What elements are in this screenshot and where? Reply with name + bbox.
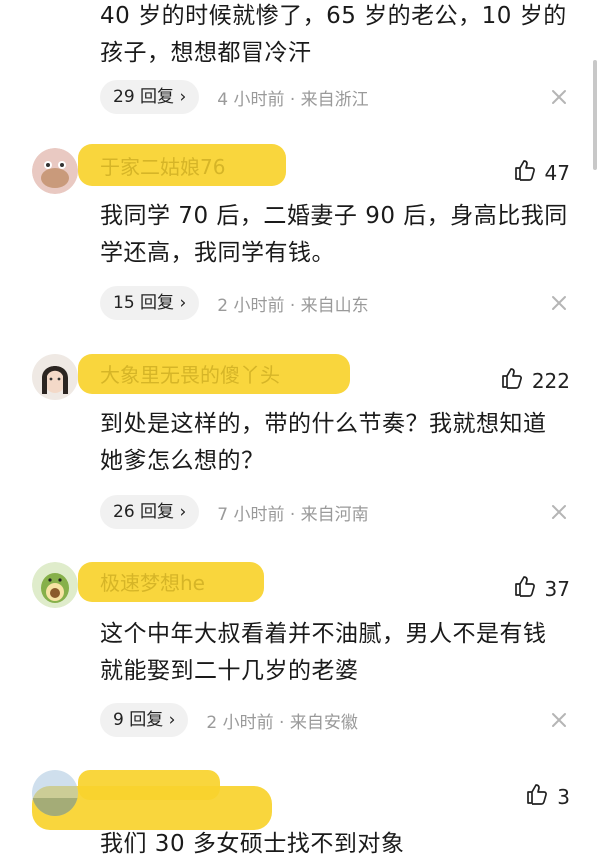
avatar[interactable] [32, 354, 78, 400]
reply-count-button[interactable]: 26 回复 › [100, 495, 200, 529]
avatar[interactable] [32, 770, 78, 816]
reply-count-button[interactable]: 29 回复 › [100, 80, 200, 114]
comment-meta: 15 回复 › 2 小时前 · 来自山东 [100, 285, 369, 321]
comment-meta: 26 回复 › 7 小时前 · 来自河南 [100, 494, 369, 530]
reply-count-button[interactable]: 15 回复 › [100, 286, 200, 320]
comment-text-line: 我们 30 多女硕士找不到对象 [100, 831, 405, 857]
avatar[interactable] [32, 148, 78, 194]
like-button[interactable]: 47 [513, 158, 570, 187]
comment-meta: 9 回复 › 2 小时前 · 来自安徽 [100, 702, 358, 738]
comment-text: 我们 30 多女硕士找不到对象 [100, 826, 580, 863]
username[interactable]: 大象里无畏的傻丫头 [100, 362, 280, 388]
comment-item: 于家二姑娘76 47 我同学 70 后，二婚妻子 90 后，身高比我同 学还高，… [0, 140, 600, 320]
reply-count-button[interactable]: 9 回复 › [100, 703, 189, 737]
thumbs-up-icon [513, 158, 537, 187]
comment-text: 40 岁的时候就惨了，65 岁的老公，10 岁的 孩子，想想都冒冷汗 [100, 0, 580, 72]
like-count: 3 [557, 784, 570, 809]
like-button[interactable]: 222 [500, 366, 570, 395]
close-icon[interactable] [548, 292, 570, 314]
comment-text-line: 到处是这样的，带的什么节奏？我就想知道 [100, 411, 547, 437]
username[interactable]: 于家二姑娘76 [100, 154, 225, 180]
comment-time-location: 7 小时前 · 来自河南 [217, 504, 369, 525]
comment-text-line: 孩子，想想都冒冷汗 [100, 40, 312, 66]
close-icon[interactable] [548, 86, 570, 108]
comment-text-line: 我同学 70 后，二婚妻子 90 后，身高比我同 [100, 203, 568, 229]
comment-text: 我同学 70 后，二婚妻子 90 后，身高比我同 学还高，我同学有钱。 [100, 198, 580, 272]
username[interactable]: 极速梦想he [100, 570, 205, 596]
comment-time-location: 2 小时前 · 来自山东 [217, 295, 369, 316]
like-count: 37 [544, 576, 570, 601]
comment-item: 大象里无畏的傻丫头 222 到处是这样的，带的什么节奏？我就想知道 她爹怎么想的… [0, 348, 600, 529]
comment-text-line: 40 岁的时候就惨了，65 岁的老公，10 岁的 [100, 3, 567, 29]
comment-text: 到处是这样的，带的什么节奏？我就想知道 她爹怎么想的？ [100, 406, 580, 480]
comment-text-line: 这个中年大叔看着并不油腻，男人不是有钱 [100, 621, 547, 647]
comment-time-location: 4 小时前 · 来自浙江 [217, 89, 369, 110]
comment-meta: 29 回复 › 4 小时前 · 来自浙江 [100, 79, 369, 115]
like-button[interactable]: 37 [513, 574, 570, 603]
comment-item: 极速梦想he 37 这个中年大叔看着并不油腻，男人不是有钱 就能娶到二十几岁的老… [0, 556, 600, 737]
like-count: 47 [544, 160, 570, 185]
thumbs-up-icon [500, 366, 524, 395]
like-button[interactable]: 3 [525, 782, 570, 811]
comment-time-location: 2 小时前 · 来自安徽 [206, 712, 358, 733]
comment-text: 这个中年大叔看着并不油腻，男人不是有钱 就能娶到二十几岁的老婆 [100, 616, 580, 690]
avatar[interactable] [32, 562, 78, 608]
like-count: 222 [531, 368, 570, 393]
comment-text-line: 学还高，我同学有钱。 [100, 240, 335, 266]
thumbs-up-icon [525, 782, 549, 811]
comment-item: 3 我们 30 多女硕士找不到对象 [0, 764, 600, 857]
comment-text-line: 就能娶到二十几岁的老婆 [100, 658, 359, 684]
comment-text-line: 她爹怎么想的？ [100, 448, 265, 474]
close-icon[interactable] [548, 501, 570, 523]
close-icon[interactable] [548, 709, 570, 731]
thumbs-up-icon [513, 574, 537, 603]
